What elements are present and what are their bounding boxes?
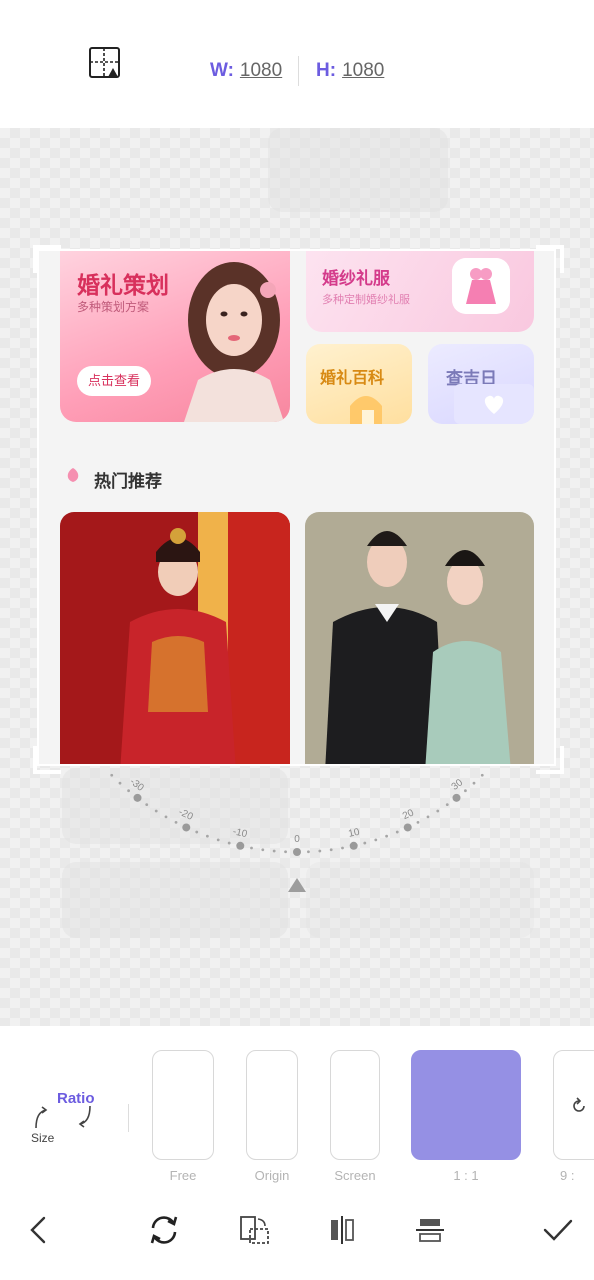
petal-icon bbox=[67, 468, 79, 482]
dial-dot bbox=[164, 815, 168, 819]
ghost-image-top bbox=[268, 128, 448, 212]
ratio-option-screen[interactable] bbox=[330, 1050, 380, 1160]
couple-photo bbox=[305, 512, 534, 766]
dial-tick-label: -10 bbox=[232, 826, 249, 840]
dial-tick bbox=[236, 841, 245, 850]
crop-region[interactable]: 婚礼策划 多种策划方案 点击查看 婚纱礼服 多种定制婚纱礼服 婚礼百科 查吉日 … bbox=[38, 250, 556, 766]
ratio-label-1-1: 1 : 1 bbox=[453, 1168, 479, 1183]
ratio-label-origin: Origin bbox=[254, 1168, 290, 1183]
crop-handle-top-left[interactable] bbox=[33, 245, 61, 273]
hot-recommend-title: 热门推荐 bbox=[94, 472, 162, 491]
dial-tick-label: -20 bbox=[177, 807, 195, 823]
dial-pointer-icon bbox=[288, 878, 306, 892]
width-value[interactable]: 1080 bbox=[240, 60, 282, 81]
height-label: H: bbox=[316, 60, 337, 81]
dial-tick bbox=[452, 793, 461, 802]
dial-dot bbox=[445, 803, 449, 807]
back-icon[interactable] bbox=[22, 1212, 58, 1248]
dial-dot bbox=[480, 773, 484, 777]
ratio-divider bbox=[128, 1104, 129, 1132]
dial-dot bbox=[110, 773, 114, 777]
dial-dot bbox=[145, 803, 149, 807]
dial-dot bbox=[426, 815, 430, 819]
ratio-label-free: Free bbox=[169, 1168, 197, 1183]
flip-vertical-icon[interactable] bbox=[412, 1212, 448, 1248]
dial-dot bbox=[261, 848, 265, 852]
plan-subtitle: 多种策划方案 bbox=[77, 300, 150, 314]
rotation-dial[interactable]: -30 -20 -10 0 10 20 30 bbox=[0, 770, 594, 900]
flip-horizontal-icon[interactable] bbox=[324, 1212, 360, 1248]
dress-subtitle: 多种定制婚纱礼服 bbox=[322, 294, 410, 306]
confirm-check-icon[interactable] bbox=[540, 1212, 576, 1248]
dial-tick bbox=[293, 848, 301, 856]
rotate-ratio-icon bbox=[573, 1097, 585, 1112]
dial-dot bbox=[174, 820, 178, 824]
ratio-label-screen: Screen bbox=[334, 1168, 376, 1183]
rotate-90-icon[interactable] bbox=[236, 1212, 272, 1248]
view-button: 点击查看 bbox=[77, 366, 151, 396]
width-label: W: bbox=[210, 60, 234, 81]
chinese-bride-photo bbox=[60, 512, 290, 766]
wedding-dress-card: 婚纱礼服 多种定制婚纱礼服 bbox=[306, 250, 534, 332]
dial-tick-label: 20 bbox=[401, 807, 416, 822]
ratio-option-1-1[interactable] bbox=[411, 1050, 521, 1160]
dial-dot bbox=[472, 781, 476, 785]
dial-tick bbox=[182, 823, 191, 832]
calendar-heart-icon bbox=[454, 384, 534, 424]
dial-dot bbox=[205, 834, 209, 838]
ratio-option-origin[interactable] bbox=[246, 1050, 298, 1160]
dial-dot bbox=[216, 838, 220, 842]
dial-dot bbox=[118, 781, 122, 785]
dial-dot bbox=[374, 838, 378, 842]
dial-tick bbox=[133, 793, 142, 802]
book-icon bbox=[350, 396, 382, 424]
dress-gift-icon bbox=[452, 258, 510, 314]
dial-tick-label: 10 bbox=[347, 827, 361, 840]
dial-dot bbox=[307, 850, 310, 854]
crop-grid-icon[interactable] bbox=[88, 46, 122, 80]
dial-tick bbox=[403, 823, 412, 832]
dial-dot bbox=[464, 789, 467, 793]
dial-dot bbox=[318, 849, 322, 853]
dial-dot bbox=[329, 848, 333, 852]
height-value[interactable]: 1080 bbox=[342, 60, 384, 81]
dial-dot bbox=[395, 830, 399, 834]
dial-dot bbox=[284, 850, 287, 854]
ratio-label-9-16: 9 : bbox=[560, 1168, 575, 1183]
dial-dot bbox=[385, 834, 389, 838]
crop-handle-top-right[interactable] bbox=[536, 245, 564, 273]
dial-tick-label: 30 bbox=[450, 777, 466, 793]
dial-dot bbox=[227, 841, 231, 845]
wedding-plan-card: 婚礼策划 多种策划方案 点击查看 bbox=[60, 250, 290, 422]
dial-dot bbox=[127, 789, 130, 793]
size-mode-label[interactable]: Size bbox=[31, 1131, 54, 1145]
ratio-option-9-16[interactable] bbox=[553, 1050, 594, 1160]
dial-dot bbox=[250, 846, 253, 850]
top-bar: W: 1080 H: 1080 bbox=[0, 0, 594, 128]
rotate-icon[interactable] bbox=[146, 1212, 182, 1248]
dial-dot bbox=[363, 841, 367, 845]
plan-title: 婚礼策划 bbox=[77, 272, 169, 298]
dial-dot bbox=[195, 830, 199, 834]
ratio-option-free[interactable] bbox=[152, 1050, 214, 1160]
bride-portrait-image bbox=[184, 262, 284, 422]
bottom-panel: Ratio Size Free Origin Screen 1 : 1 9 : bbox=[0, 1026, 594, 1280]
auspicious-date-card: 查吉日 bbox=[428, 344, 534, 424]
dial-dot bbox=[154, 809, 158, 813]
dial-dot bbox=[416, 820, 420, 824]
dress-title: 婚纱礼服 bbox=[322, 269, 390, 288]
height-field[interactable]: H: 1080 bbox=[316, 60, 384, 82]
dimension-divider bbox=[298, 56, 299, 86]
wedding-wiki-card: 婚礼百科 bbox=[306, 344, 412, 424]
dial-tick-label: 0 bbox=[294, 834, 300, 845]
dial-dot bbox=[341, 846, 344, 850]
width-field[interactable]: W: 1080 bbox=[210, 60, 282, 82]
dial-dot bbox=[436, 809, 440, 813]
dial-tick bbox=[349, 841, 358, 850]
dial-dot bbox=[272, 849, 276, 853]
dial-tick-label: -30 bbox=[128, 776, 147, 794]
